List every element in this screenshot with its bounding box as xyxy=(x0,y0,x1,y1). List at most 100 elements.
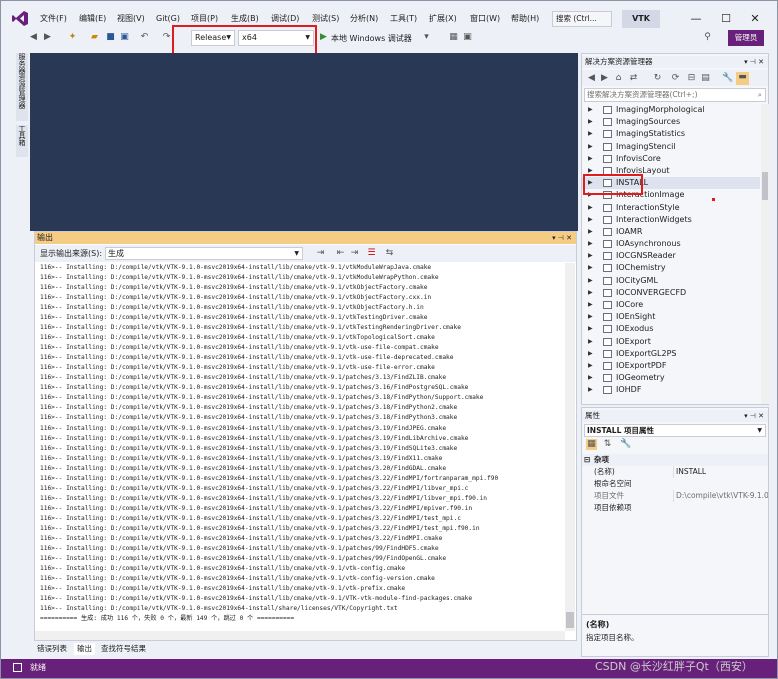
open-folder-icon[interactable]: ▰ xyxy=(89,32,100,43)
tree-item[interactable]: ▶ InfovisCore xyxy=(582,153,760,165)
tools-icon[interactable]: ▦ xyxy=(448,32,459,43)
expand-arrow-icon[interactable]: ▶ xyxy=(588,262,593,274)
expand-arrow-icon[interactable]: ▶ xyxy=(588,287,593,299)
panel-controls-icon[interactable]: ▾ ⊣ ✕ xyxy=(744,56,764,68)
property-row[interactable]: 项目依赖项 xyxy=(582,502,768,514)
start-debugger-button[interactable]: 本地 Windows 调试器 xyxy=(331,31,412,47)
dropdown-arrow-icon[interactable]: ▾ xyxy=(421,32,432,43)
tab-output[interactable]: 输出 xyxy=(74,643,95,655)
sync-icon[interactable]: ⟳ xyxy=(670,73,681,84)
tree-item[interactable]: ▶ IOExodus xyxy=(582,323,760,335)
tree-item[interactable]: ▶ IOCGNSReader xyxy=(582,250,760,262)
expand-arrow-icon[interactable]: ▶ xyxy=(588,348,593,360)
categorized-icon[interactable]: ▦ xyxy=(586,439,597,450)
expand-arrow-icon[interactable]: ▶ xyxy=(588,336,593,348)
solution-search-input[interactable]: 搜索解决方案资源管理器(Ctrl+;) ⌕ xyxy=(584,88,766,102)
screenshot-icon[interactable]: ▣ xyxy=(462,32,473,43)
tree-item[interactable]: ▶ IOEnSight xyxy=(582,311,760,323)
home-icon[interactable]: ⌂ xyxy=(613,73,624,84)
expand-arrow-icon[interactable]: ▶ xyxy=(588,153,593,165)
undo-icon[interactable]: ↶ xyxy=(139,32,150,43)
collapse-all-icon[interactable]: ⊟ xyxy=(686,73,697,84)
tree-item[interactable]: ▶ IOChemistry xyxy=(582,262,760,274)
menu-file[interactable]: 文件(F) xyxy=(40,11,67,27)
menu-help[interactable]: 帮助(H) xyxy=(511,11,539,27)
word-wrap-icon[interactable]: ⇆ xyxy=(384,248,395,259)
tree-item[interactable]: ▶ ImagingSources xyxy=(582,116,760,128)
panel-controls-icon[interactable]: ▾ ⊣ ✕ xyxy=(552,232,572,244)
property-category[interactable]: ⊟ 杂项 xyxy=(582,454,768,466)
tree-item[interactable]: ▶ IOExportPDF xyxy=(582,360,760,372)
toolbox-tab[interactable]: 工具箱 xyxy=(16,125,28,157)
expand-arrow-icon[interactable]: ▶ xyxy=(588,104,593,116)
minimize-button[interactable]: — xyxy=(684,9,708,29)
tree-item[interactable]: ▶ ImagingStatistics xyxy=(582,128,760,140)
expand-arrow-icon[interactable]: ▶ xyxy=(588,128,593,140)
output-scroll-thumb[interactable] xyxy=(566,612,574,628)
property-row[interactable]: 根命名空间 xyxy=(582,478,768,490)
expand-arrow-icon[interactable]: ▶ xyxy=(588,116,593,128)
tab-error-list[interactable]: 错误列表 xyxy=(34,643,70,655)
solution-scroll-thumb[interactable] xyxy=(762,172,768,200)
tree-item[interactable]: ▶ InteractionStyle xyxy=(582,202,760,214)
tab-find-symbol-results[interactable]: 查找符号结果 xyxy=(98,643,149,655)
tree-item[interactable]: ▶ IOCityGML xyxy=(582,275,760,287)
tree-item[interactable]: ▶ IOExportGL2PS xyxy=(582,348,760,360)
property-row[interactable]: (名称) INSTALL xyxy=(582,466,768,478)
solution-scrollbar[interactable] xyxy=(761,104,769,404)
tree-item[interactable]: ▶ InteractionWidgets xyxy=(582,214,760,226)
menu-view[interactable]: 视图(V) xyxy=(117,11,145,27)
show-all-files-icon[interactable]: ▤ xyxy=(700,73,711,84)
output-text[interactable]: 116>-- Installing: D:/compile/vtk/VTK-9.… xyxy=(35,263,563,631)
tree-item[interactable]: ▶ IOAsynchronous xyxy=(582,238,760,250)
expand-arrow-icon[interactable]: ▶ xyxy=(588,360,593,372)
menu-extensions[interactable]: 扩展(X) xyxy=(429,11,457,27)
clear-all-icon[interactable]: ☰ xyxy=(366,248,377,259)
admin-button[interactable]: 管理员 xyxy=(728,30,764,46)
expand-arrow-icon[interactable]: ▶ xyxy=(588,202,593,214)
search-input[interactable]: 搜索 (Ctrl... xyxy=(552,11,612,27)
expand-arrow-icon[interactable]: ▶ xyxy=(588,250,593,262)
tree-item[interactable]: ▶ ImagingMorphological xyxy=(582,104,760,116)
tree-item[interactable]: ▶ IOAMR xyxy=(582,226,760,238)
new-item-icon[interactable]: ✦ xyxy=(67,32,78,43)
output-source-select[interactable]: 生成 ▼ xyxy=(105,247,303,260)
expand-arrow-icon[interactable]: ▶ xyxy=(588,299,593,311)
tree-item[interactable]: ▶ IOCore xyxy=(582,299,760,311)
expand-arrow-icon[interactable]: ▶ xyxy=(588,372,593,384)
expand-arrow-icon[interactable]: ▶ xyxy=(588,214,593,226)
properties-wrench-icon[interactable]: 🔧 xyxy=(722,73,733,84)
server-explorer-tab[interactable]: 服务器资源管理器 xyxy=(16,53,28,121)
properties-title-bar[interactable]: 属性 ▾ ⊣ ✕ xyxy=(582,410,768,422)
output-vertical-scrollbar[interactable] xyxy=(565,263,575,631)
previous-message-icon[interactable]: ⇤ xyxy=(335,248,346,259)
menu-window[interactable]: 窗口(W) xyxy=(470,11,500,27)
menu-analyze[interactable]: 分析(N) xyxy=(350,11,378,27)
solution-explorer-title-bar[interactable]: 解决方案资源管理器 ▾ ⊣ ✕ xyxy=(582,56,768,68)
output-title-bar[interactable]: 输出 ▾ ⊣ ✕ xyxy=(35,232,576,244)
live-share-icon[interactable]: ⚲ xyxy=(702,32,713,43)
tree-item[interactable]: ▶ IOGeometry xyxy=(582,372,760,384)
expand-arrow-icon[interactable]: ▶ xyxy=(588,311,593,323)
save-all-icon[interactable]: ▣ xyxy=(119,32,130,43)
expand-arrow-icon[interactable]: ▶ xyxy=(588,384,593,396)
menu-tools[interactable]: 工具(T) xyxy=(390,11,417,27)
tree-item[interactable]: ▶ ImagingStencil xyxy=(582,141,760,153)
close-button[interactable]: ✕ xyxy=(743,9,767,29)
maximize-button[interactable]: ☐ xyxy=(714,9,738,29)
tree-item[interactable]: ▶ IOCONVERGECFD xyxy=(582,287,760,299)
back-icon[interactable]: ◀ xyxy=(28,32,39,43)
output-horizontal-scrollbar[interactable] xyxy=(35,631,565,640)
expand-arrow-icon[interactable]: ▶ xyxy=(588,275,593,287)
tree-item[interactable]: ▶ IOHDF xyxy=(582,384,760,396)
find-message-icon[interactable]: ⇥ xyxy=(315,248,326,259)
redo-icon[interactable]: ↷ xyxy=(161,32,172,43)
expand-arrow-icon[interactable]: ▶ xyxy=(588,238,593,250)
forward-icon[interactable]: ▶ xyxy=(42,32,53,43)
forward-icon[interactable]: ▶ xyxy=(599,73,610,84)
tree-item[interactable]: ▶ IOExport xyxy=(582,336,760,348)
alphabetical-icon[interactable]: ⇅ xyxy=(602,439,613,450)
panel-controls-icon[interactable]: ▾ ⊣ ✕ xyxy=(744,410,764,422)
save-icon[interactable]: ■ xyxy=(105,32,116,43)
expand-arrow-icon[interactable]: ▶ xyxy=(588,323,593,335)
